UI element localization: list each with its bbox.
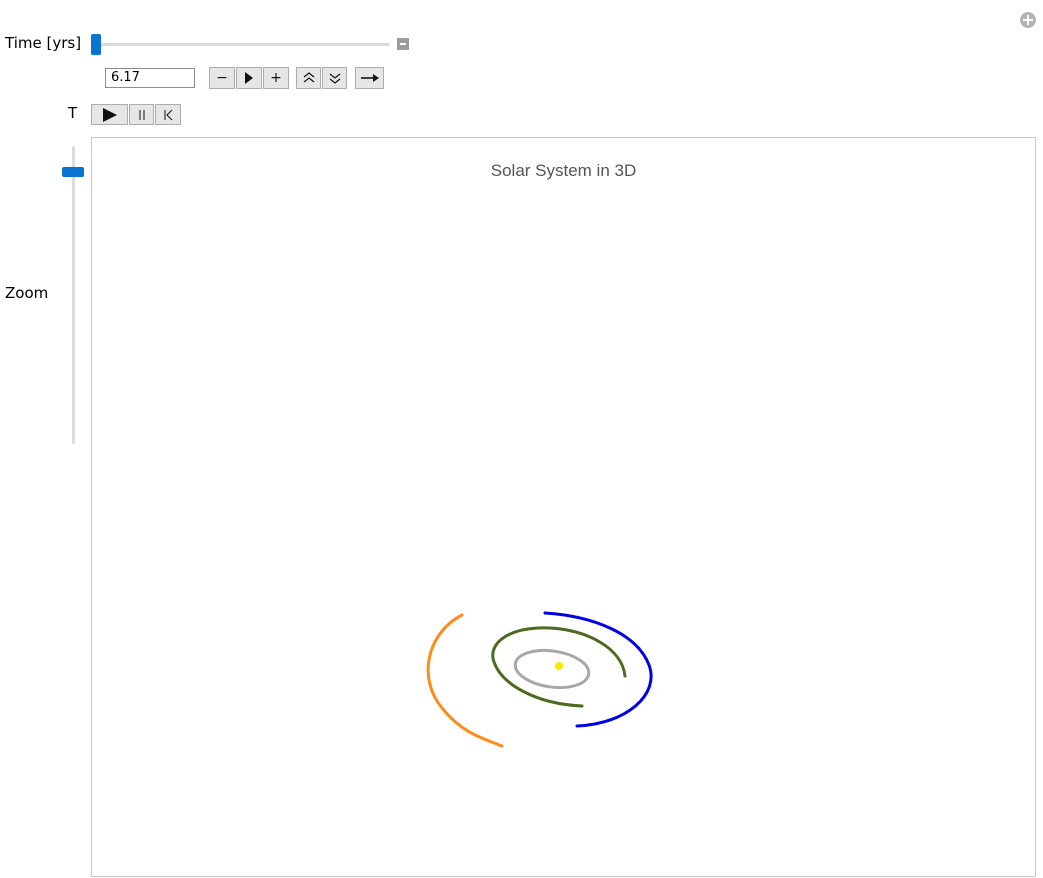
mercury-orbit bbox=[513, 648, 591, 690]
orbit-canvas bbox=[426, 611, 653, 748]
arrow-right-icon bbox=[360, 74, 379, 82]
reset-button[interactable] bbox=[155, 104, 181, 125]
double-chevron-up-icon bbox=[303, 72, 314, 83]
zoom-slider-track[interactable] bbox=[72, 146, 75, 444]
zoom-slider-thumb[interactable] bbox=[62, 167, 84, 177]
add-icon[interactable] bbox=[1020, 12, 1036, 28]
sun bbox=[555, 662, 563, 670]
collapse-icon[interactable] bbox=[397, 38, 409, 50]
reset-icon bbox=[164, 109, 173, 120]
play-icon bbox=[102, 107, 117, 122]
direction-button[interactable] bbox=[355, 67, 384, 89]
play-forward-button[interactable] bbox=[236, 67, 262, 89]
double-chevron-down-icon bbox=[329, 73, 340, 84]
pause-button[interactable] bbox=[129, 104, 154, 125]
t-label: T bbox=[68, 104, 78, 122]
time-slider-thumb[interactable] bbox=[91, 34, 101, 55]
decrement-button[interactable]: − bbox=[209, 67, 235, 89]
play-icon bbox=[245, 72, 253, 84]
increment-button[interactable]: + bbox=[263, 67, 289, 89]
solar-system-plot[interactable]: Solar System in 3D bbox=[91, 137, 1036, 877]
pause-icon bbox=[139, 109, 144, 120]
time-label: Time [yrs] bbox=[5, 34, 82, 52]
slower-button[interactable] bbox=[322, 67, 347, 89]
zoom-label: Zoom bbox=[5, 284, 49, 302]
faster-button[interactable] bbox=[296, 67, 321, 89]
time-slider-track[interactable] bbox=[94, 43, 390, 46]
mars-orbit bbox=[426, 613, 504, 748]
time-value-input[interactable]: 6.17 bbox=[105, 68, 195, 88]
play-button[interactable] bbox=[91, 104, 128, 125]
